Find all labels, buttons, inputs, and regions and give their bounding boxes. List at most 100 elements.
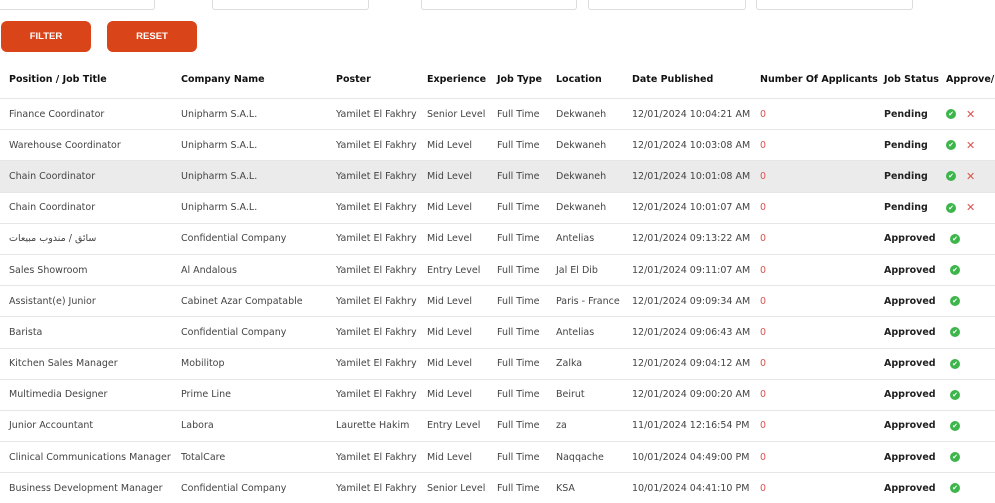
location: Antelias xyxy=(547,316,623,348)
poster: Yamilet El Fakhry xyxy=(327,129,418,161)
column-header[interactable]: Location xyxy=(547,60,623,99)
applicants-count: 0 xyxy=(751,472,875,503)
table-row[interactable]: Chain Coordinator Unipharm S.A.L. Yamilet … xyxy=(0,191,995,224)
date-published: 12/01/2024 09:04:12 AM xyxy=(623,347,751,380)
table-row[interactable]: Barista Confidential Company Yamilet El Fa… xyxy=(0,316,995,348)
approve-check-icon[interactable]: ✔ xyxy=(946,171,956,182)
job-title: Kitchen Sales Manager xyxy=(0,347,172,380)
applicants-count: 0 xyxy=(751,378,875,411)
job-status: Approved xyxy=(875,347,937,380)
approve-check-icon[interactable]: ✔ xyxy=(950,327,960,338)
column-header[interactable]: Date Published xyxy=(623,60,751,99)
approve-check-icon[interactable]: ✔ xyxy=(950,452,960,463)
table-row[interactable]: Multimedia Designer Prime Line Yamilet El … xyxy=(0,378,995,411)
approve-check-icon[interactable]: ✔ xyxy=(946,202,956,213)
table-row[interactable]: Chain Coordinator Unipharm S.A.L. Yamilet … xyxy=(0,160,995,193)
approve-check-icon[interactable]: ✔ xyxy=(950,483,960,494)
location: Jal El Dib xyxy=(547,253,623,286)
poster: Yamilet El Fakhry xyxy=(327,97,418,130)
approve-check-icon[interactable]: ✔ xyxy=(950,296,960,307)
poster: Yamilet El Fakhry xyxy=(327,191,418,224)
table-row[interactable]: Kitchen Sales Manager Mobilitop Yamilet El… xyxy=(0,347,995,380)
column-header[interactable]: Experience xyxy=(418,60,488,99)
job-title: Chain Coordinator xyxy=(0,191,172,224)
filter-input-3[interactable] xyxy=(421,0,577,10)
table-row[interactable]: Assistant(e) Junior Cabinet Azar Compatab… xyxy=(0,285,995,317)
column-header[interactable]: Job Status xyxy=(875,60,939,99)
table-row[interactable]: سائق / مندوب مبيعات Confidential Company Y… xyxy=(0,222,995,255)
location: KSA xyxy=(547,472,623,503)
column-header[interactable]: Poster xyxy=(327,60,418,99)
column-header[interactable]: Position / Job Title xyxy=(0,60,172,99)
approve-reject-actions: ✔ xyxy=(937,472,995,503)
date-published: 10/01/2024 04:49:00 PM xyxy=(623,441,751,473)
job-type: Full Time xyxy=(488,285,547,317)
company-name: Confidential Company xyxy=(172,222,327,255)
filter-input-4[interactable] xyxy=(588,0,746,10)
experience: Senior Level xyxy=(418,97,488,130)
approve-reject-actions: ✔ ✕ xyxy=(937,97,995,130)
approve-check-icon[interactable]: ✔ xyxy=(950,358,960,369)
poster: Yamilet El Fakhry xyxy=(327,285,418,317)
applicants-count: 0 xyxy=(751,285,875,317)
filter-input-5[interactable] xyxy=(756,0,913,10)
applicants-count: 0 xyxy=(751,191,875,224)
experience: Entry Level xyxy=(418,409,488,442)
table-row[interactable]: Clinical Communications Manager TotalCare… xyxy=(0,441,995,473)
reject-x-icon[interactable]: ✕ xyxy=(966,201,975,214)
company-name: Unipharm S.A.L. xyxy=(172,160,327,193)
job-type: Full Time xyxy=(488,441,547,473)
approve-check-icon[interactable]: ✔ xyxy=(950,233,960,244)
filter-button[interactable]: FILTER xyxy=(1,21,91,52)
approve-reject-actions: ✔ ✕ xyxy=(937,129,995,161)
job-status: Pending xyxy=(875,191,937,224)
location: Naqqache xyxy=(547,441,623,473)
company-name: Mobilitop xyxy=(172,347,327,380)
poster: Yamilet El Fakhry xyxy=(327,378,418,411)
poster: Yamilet El Fakhry xyxy=(327,222,418,255)
job-title: Junior Accountant xyxy=(0,409,172,442)
date-published: 12/01/2024 10:04:21 AM xyxy=(623,97,751,130)
company-name: Unipharm S.A.L. xyxy=(172,129,327,161)
job-title: Sales Showroom xyxy=(0,253,172,286)
table-row[interactable]: Junior Accountant Labora Laurette Hakim Ent… xyxy=(0,409,995,442)
column-header[interactable]: Approve/Reject xyxy=(937,60,995,99)
job-status: Pending xyxy=(875,129,937,161)
location: Zalka xyxy=(547,347,623,380)
applicants-count: 0 xyxy=(751,409,875,442)
table-row[interactable]: Business Development Manager Confidential… xyxy=(0,472,995,503)
reject-x-icon[interactable]: ✕ xyxy=(966,108,975,121)
approve-check-icon[interactable]: ✔ xyxy=(950,420,960,431)
job-type: Full Time xyxy=(488,222,547,255)
approve-reject-actions: ✔ xyxy=(937,347,995,380)
column-header[interactable]: Job Type xyxy=(488,60,547,99)
reset-button[interactable]: RESET xyxy=(107,21,197,52)
reject-x-icon[interactable]: ✕ xyxy=(966,170,975,183)
approve-reject-actions: ✔ ✕ xyxy=(937,160,995,193)
job-status: Pending xyxy=(875,160,937,193)
approve-check-icon[interactable]: ✔ xyxy=(950,389,960,400)
date-published: 12/01/2024 09:06:43 AM xyxy=(623,316,751,348)
experience: Mid Level xyxy=(418,378,488,411)
column-header[interactable]: Company Name xyxy=(172,60,327,99)
table-row[interactable]: Finance Coordinator Unipharm S.A.L. Yamile… xyxy=(0,97,995,130)
date-published: 10/01/2024 04:41:10 PM xyxy=(623,472,751,503)
approve-check-icon[interactable]: ✔ xyxy=(946,140,956,151)
approve-check-icon[interactable]: ✔ xyxy=(946,109,956,120)
job-title: Clinical Communications Manager xyxy=(0,441,172,473)
filter-input-2[interactable] xyxy=(212,0,369,10)
applicants-count: 0 xyxy=(751,253,875,286)
table-row[interactable]: Warehouse Coordinator Unipharm S.A.L. Yami… xyxy=(0,129,995,161)
experience: Mid Level xyxy=(418,316,488,348)
approve-reject-actions: ✔ xyxy=(937,222,995,255)
column-header[interactable]: Number Of Applicants xyxy=(751,60,878,99)
filter-input-1[interactable] xyxy=(0,0,155,10)
job-type: Full Time xyxy=(488,191,547,224)
jobs-table: Position / Job Title Company Name Poster Ex… xyxy=(0,60,995,503)
approve-check-icon[interactable]: ✔ xyxy=(950,265,960,276)
job-title: Barista xyxy=(0,316,172,348)
table-row[interactable]: Sales Showroom Al Andalous Yamilet El Fakh… xyxy=(0,253,995,286)
location: Dekwaneh xyxy=(547,129,623,161)
reject-x-icon[interactable]: ✕ xyxy=(966,139,975,152)
experience: Mid Level xyxy=(418,285,488,317)
